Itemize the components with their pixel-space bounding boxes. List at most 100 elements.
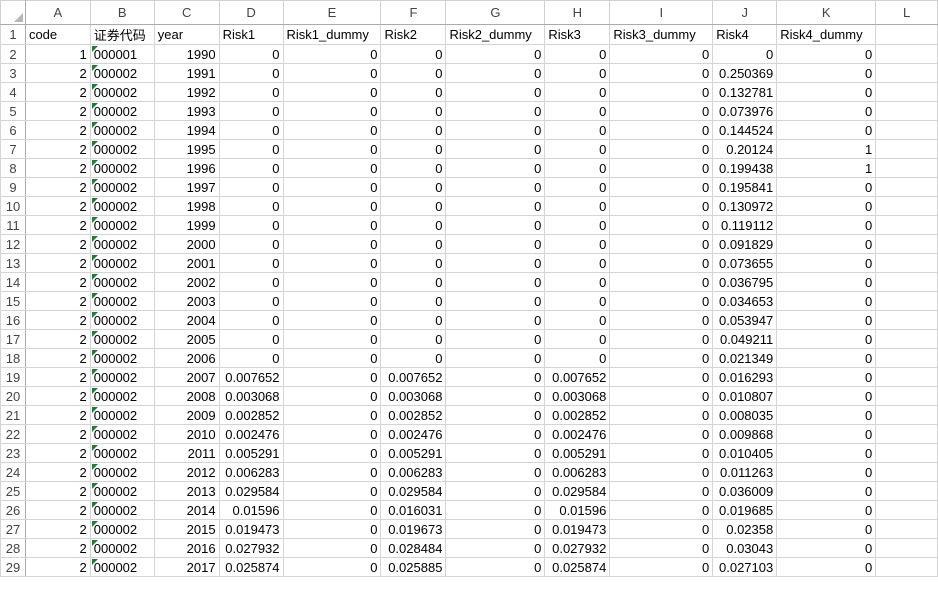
cell[interactable]: 0 xyxy=(218,291,284,311)
cell[interactable]: 2 xyxy=(24,481,91,501)
cell[interactable]: 0.199438 xyxy=(712,158,778,178)
cell[interactable]: 0 xyxy=(609,139,714,159)
cell[interactable]: 0 xyxy=(380,139,447,159)
cell[interactable] xyxy=(875,177,938,197)
cell[interactable]: 0.132781 xyxy=(712,82,778,102)
cell[interactable]: 0.021349 xyxy=(712,348,778,368)
cell[interactable]: 0 xyxy=(282,386,382,406)
cell[interactable] xyxy=(875,196,938,216)
cell[interactable]: 0 xyxy=(445,272,546,292)
cell[interactable]: 0 xyxy=(776,234,877,254)
cell[interactable]: 2017 xyxy=(153,557,220,577)
column-header[interactable]: H xyxy=(544,0,611,25)
cell[interactable] xyxy=(875,443,938,463)
cell[interactable]: 0.027103 xyxy=(712,557,778,577)
cell[interactable]: 2 xyxy=(24,519,91,539)
row-header[interactable]: 29 xyxy=(0,557,26,577)
cell[interactable]: 0 xyxy=(776,177,877,197)
cell[interactable]: 0.053947 xyxy=(712,310,778,330)
column-header[interactable]: C xyxy=(153,0,220,25)
column-header[interactable]: F xyxy=(380,0,447,25)
cell[interactable]: 2012 xyxy=(153,462,220,482)
cell[interactable]: 0 xyxy=(445,481,546,501)
cell[interactable]: 0.019685 xyxy=(712,500,778,520)
cell[interactable]: 0 xyxy=(609,348,714,368)
cell[interactable]: 000002 xyxy=(89,63,155,83)
cell[interactable]: 0 xyxy=(609,386,714,406)
cell[interactable]: 0.250369 xyxy=(712,63,778,83)
cell[interactable]: 2 xyxy=(24,253,91,273)
cell[interactable]: 0 xyxy=(445,158,546,178)
cell[interactable]: 0 xyxy=(776,481,877,501)
cell[interactable]: 0 xyxy=(609,120,714,140)
column-header[interactable]: I xyxy=(609,0,714,25)
cell[interactable]: 0 xyxy=(776,272,877,292)
cell[interactable]: 0 xyxy=(445,44,546,64)
header-cell[interactable]: Risk2_dummy xyxy=(445,24,546,45)
cell[interactable] xyxy=(875,405,938,425)
row-header[interactable]: 4 xyxy=(0,82,26,102)
cell[interactable]: 0 xyxy=(544,310,611,330)
cell[interactable]: 0.025874 xyxy=(218,557,284,577)
cell[interactable]: 0 xyxy=(609,538,714,558)
cell[interactable] xyxy=(875,234,938,254)
cell[interactable]: 0 xyxy=(776,519,877,539)
cell[interactable]: 0 xyxy=(282,139,382,159)
cell[interactable]: 0 xyxy=(609,367,714,387)
row-header[interactable]: 6 xyxy=(0,120,26,140)
cell[interactable]: 2 xyxy=(24,120,91,140)
row-header[interactable]: 15 xyxy=(0,291,26,311)
header-cell[interactable]: Risk3_dummy xyxy=(609,24,714,45)
header-cell[interactable]: year xyxy=(153,24,220,45)
cell[interactable]: 0 xyxy=(445,462,546,482)
cell[interactable]: 0 xyxy=(544,63,611,83)
cell[interactable]: 000002 xyxy=(89,348,155,368)
row-header[interactable]: 25 xyxy=(0,481,26,501)
cell[interactable]: 0 xyxy=(282,443,382,463)
row-header[interactable]: 19 xyxy=(0,367,26,387)
cell[interactable] xyxy=(875,348,938,368)
column-header[interactable]: J xyxy=(712,0,778,25)
cell[interactable]: 0 xyxy=(609,500,714,520)
cell[interactable]: 0.003068 xyxy=(544,386,611,406)
cell[interactable]: 2008 xyxy=(153,386,220,406)
cell[interactable]: 0.036795 xyxy=(712,272,778,292)
header-cell[interactable]: Risk3 xyxy=(544,24,611,45)
cell[interactable] xyxy=(875,367,938,387)
column-header[interactable]: D xyxy=(218,0,284,25)
cell[interactable] xyxy=(875,272,938,292)
cell[interactable]: 0.073655 xyxy=(712,253,778,273)
row-header[interactable]: 12 xyxy=(0,234,26,254)
row-header[interactable]: 2 xyxy=(0,44,26,64)
row-header[interactable]: 23 xyxy=(0,443,26,463)
cell[interactable]: 0 xyxy=(282,253,382,273)
cell[interactable]: 2 xyxy=(24,329,91,349)
cell[interactable]: 0 xyxy=(776,348,877,368)
cell[interactable] xyxy=(875,424,938,444)
cell[interactable]: 0.025874 xyxy=(544,557,611,577)
cell[interactable]: 0.007652 xyxy=(218,367,284,387)
cell[interactable]: 0 xyxy=(445,196,546,216)
cell[interactable]: 000002 xyxy=(89,500,155,520)
cell[interactable]: 0 xyxy=(445,424,546,444)
cell[interactable]: 0 xyxy=(380,234,447,254)
row-header[interactable]: 5 xyxy=(0,101,26,121)
cell[interactable]: 0 xyxy=(445,139,546,159)
header-cell[interactable]: Risk1 xyxy=(218,24,284,45)
cell[interactable]: 0 xyxy=(609,234,714,254)
cell[interactable]: 0.002476 xyxy=(544,424,611,444)
cell[interactable]: 0 xyxy=(776,291,877,311)
cell[interactable]: 000002 xyxy=(89,424,155,444)
cell[interactable]: 0 xyxy=(776,405,877,425)
cell[interactable]: 0.073976 xyxy=(712,101,778,121)
cell[interactable]: 0.034653 xyxy=(712,291,778,311)
cell[interactable]: 2 xyxy=(24,101,91,121)
cell[interactable]: 0 xyxy=(282,272,382,292)
cell[interactable]: 0 xyxy=(218,177,284,197)
cell[interactable]: 000001 xyxy=(89,44,155,64)
cell[interactable]: 0 xyxy=(380,215,447,235)
cell[interactable]: 0 xyxy=(609,481,714,501)
cell[interactable]: 0.009868 xyxy=(712,424,778,444)
cell[interactable]: 0 xyxy=(609,424,714,444)
cell[interactable]: 0 xyxy=(445,177,546,197)
